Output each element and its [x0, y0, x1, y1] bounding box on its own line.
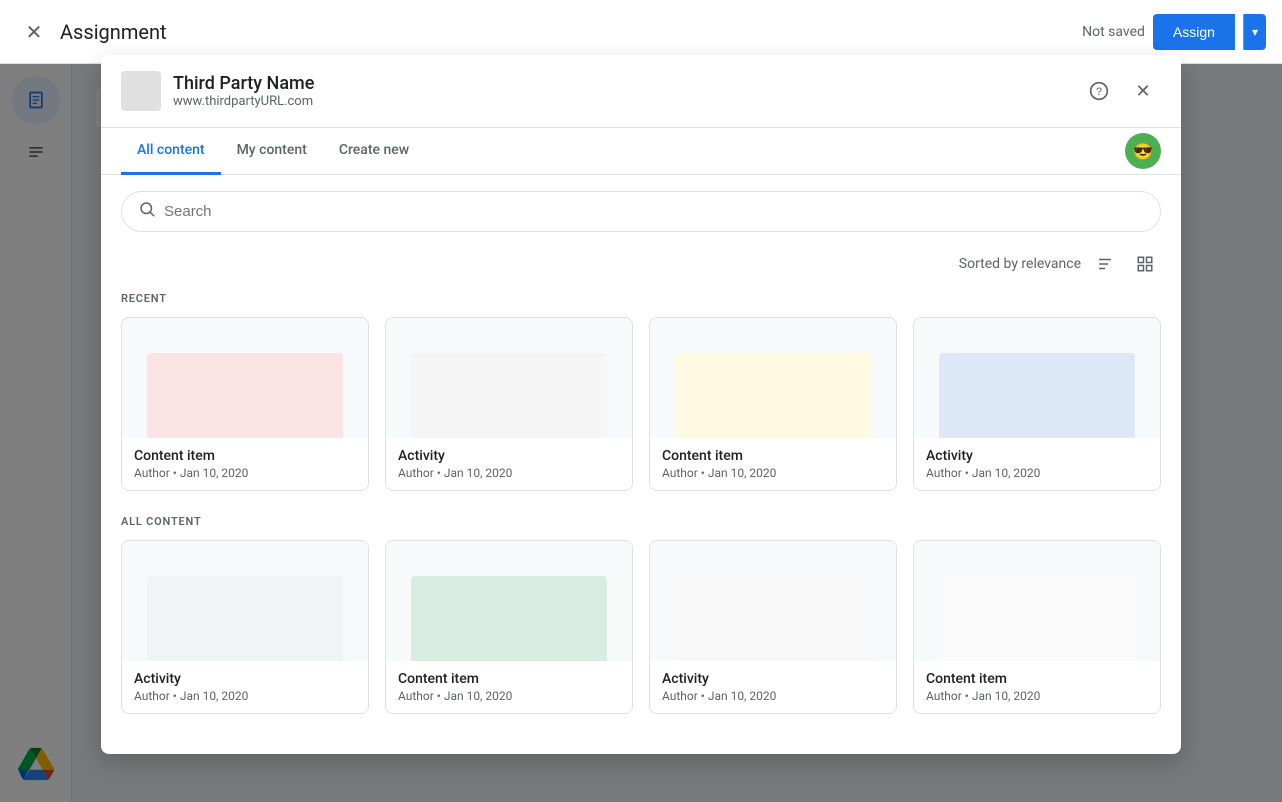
recent-card-2[interactable]: Content item Author • Jan 10, 2020 — [649, 317, 897, 491]
modal-dialog: Third Party Name www.thirdpartyURL.com ?… — [101, 55, 1181, 754]
modal-title: Third Party Name — [173, 73, 1081, 94]
all-card-meta-0: Author • Jan 10, 2020 — [134, 689, 356, 703]
all-card-meta-3: Author • Jan 10, 2020 — [926, 689, 1148, 703]
assign-dropdown-button[interactable]: ▾ — [1243, 14, 1266, 50]
all-card-title-1: Content item — [398, 671, 620, 687]
all-card-thumb-inner-1 — [411, 576, 608, 661]
recent-section-label: RECENT — [121, 292, 1161, 305]
sort-label: Sorted by relevance — [959, 256, 1081, 272]
svg-text:?: ? — [1096, 86, 1102, 98]
recent-card-3[interactable]: Activity Author • Jan 10, 2020 — [913, 317, 1161, 491]
dropdown-icon: ▾ — [1252, 25, 1258, 39]
assign-button[interactable]: Assign — [1153, 14, 1235, 50]
card-info-3: Activity Author • Jan 10, 2020 — [914, 438, 1160, 490]
grid-view-icon — [1136, 255, 1154, 273]
modal-close-icon: ✕ — [1135, 81, 1150, 102]
card-meta-1: Author • Jan 10, 2020 — [398, 466, 620, 480]
all-content-section-label: ALL CONTENT — [121, 515, 1161, 528]
tab-all-content[interactable]: All content — [121, 128, 221, 175]
all-card-thumb-inner-2 — [675, 576, 872, 661]
sort-icon — [1096, 255, 1114, 273]
recent-cards-grid: Content item Author • Jan 10, 2020 Activ… — [121, 317, 1161, 491]
grid-view-button[interactable] — [1129, 248, 1161, 280]
card-thumb-inner-3 — [939, 353, 1136, 438]
all-card-meta-1: Author • Jan 10, 2020 — [398, 689, 620, 703]
recent-card-1[interactable]: Activity Author • Jan 10, 2020 — [385, 317, 633, 491]
tab-create-new[interactable]: Create new — [323, 128, 425, 175]
all-card-thumb-2 — [650, 541, 896, 661]
all-card-info-2: Activity Author • Jan 10, 2020 — [650, 661, 896, 713]
card-thumb-inner-0 — [147, 353, 344, 438]
search-input[interactable] — [164, 203, 1144, 220]
search-svg-icon — [138, 200, 156, 218]
card-meta-2: Author • Jan 10, 2020 — [662, 466, 884, 480]
page-title: Assignment — [60, 20, 167, 44]
card-meta-0: Author • Jan 10, 2020 — [134, 466, 356, 480]
all-card-title-2: Activity — [662, 671, 884, 687]
card-thumb-1 — [386, 318, 632, 438]
recent-card-0[interactable]: Content item Author • Jan 10, 2020 — [121, 317, 369, 491]
all-content-card-3[interactable]: Content item Author • Jan 10, 2020 — [913, 540, 1161, 714]
search-icon — [138, 200, 156, 223]
help-button[interactable]: ? — [1081, 73, 1117, 109]
modal-header: Third Party Name www.thirdpartyURL.com ?… — [101, 55, 1181, 128]
all-card-meta-2: Author • Jan 10, 2020 — [662, 689, 884, 703]
modal-title-group: Third Party Name www.thirdpartyURL.com — [173, 73, 1081, 109]
card-title-0: Content item — [134, 448, 356, 464]
modal-body: Sorted by relevance RECENT — [101, 175, 1181, 754]
card-title-1: Activity — [398, 448, 620, 464]
all-card-info-3: Content item Author • Jan 10, 2020 — [914, 661, 1160, 713]
modal-logo — [121, 71, 161, 111]
help-icon: ? — [1089, 81, 1109, 101]
all-card-thumb-1 — [386, 541, 632, 661]
all-card-info-1: Content item Author • Jan 10, 2020 — [386, 661, 632, 713]
all-content-card-0[interactable]: Activity Author • Jan 10, 2020 — [121, 540, 369, 714]
search-bar[interactable] — [121, 191, 1161, 232]
tabs-bar: All content My content Create new 😎 — [101, 128, 1181, 175]
close-icon: ✕ — [26, 20, 43, 44]
card-thumb-2 — [650, 318, 896, 438]
modal-header-actions: ? ✕ — [1081, 73, 1161, 109]
card-info-0: Content item Author • Jan 10, 2020 — [122, 438, 368, 490]
card-meta-3: Author • Jan 10, 2020 — [926, 466, 1148, 480]
all-content-cards-grid: Activity Author • Jan 10, 2020 Content i… — [121, 540, 1161, 714]
all-card-info-0: Activity Author • Jan 10, 2020 — [122, 661, 368, 713]
close-button[interactable]: ✕ — [16, 14, 52, 50]
card-thumb-0 — [122, 318, 368, 438]
all-content-card-1[interactable]: Content item Author • Jan 10, 2020 — [385, 540, 633, 714]
tab-my-content[interactable]: My content — [221, 128, 323, 175]
top-bar-right: Not saved Assign ▾ — [1082, 14, 1266, 50]
card-title-3: Activity — [926, 448, 1148, 464]
all-card-thumb-inner-0 — [147, 576, 344, 661]
card-info-1: Activity Author • Jan 10, 2020 — [386, 438, 632, 490]
all-card-thumb-0 — [122, 541, 368, 661]
card-thumb-3 — [914, 318, 1160, 438]
card-thumb-inner-2 — [675, 353, 872, 438]
card-title-2: Content item — [662, 448, 884, 464]
sort-bar: Sorted by relevance — [121, 248, 1161, 280]
card-info-2: Content item Author • Jan 10, 2020 — [650, 438, 896, 490]
all-card-title-0: Activity — [134, 671, 356, 687]
modal-close-button[interactable]: ✕ — [1125, 73, 1161, 109]
all-card-title-3: Content item — [926, 671, 1148, 687]
not-saved-label: Not saved — [1082, 24, 1145, 40]
user-avatar[interactable]: 😎 — [1125, 133, 1161, 169]
avatar-emoji: 😎 — [1133, 142, 1153, 161]
all-card-thumb-inner-3 — [939, 576, 1136, 661]
modal-url: www.thirdpartyURL.com — [173, 94, 1081, 109]
all-content-card-2[interactable]: Activity Author • Jan 10, 2020 — [649, 540, 897, 714]
sort-button[interactable] — [1089, 248, 1121, 280]
card-thumb-inner-1 — [411, 353, 608, 438]
all-card-thumb-3 — [914, 541, 1160, 661]
